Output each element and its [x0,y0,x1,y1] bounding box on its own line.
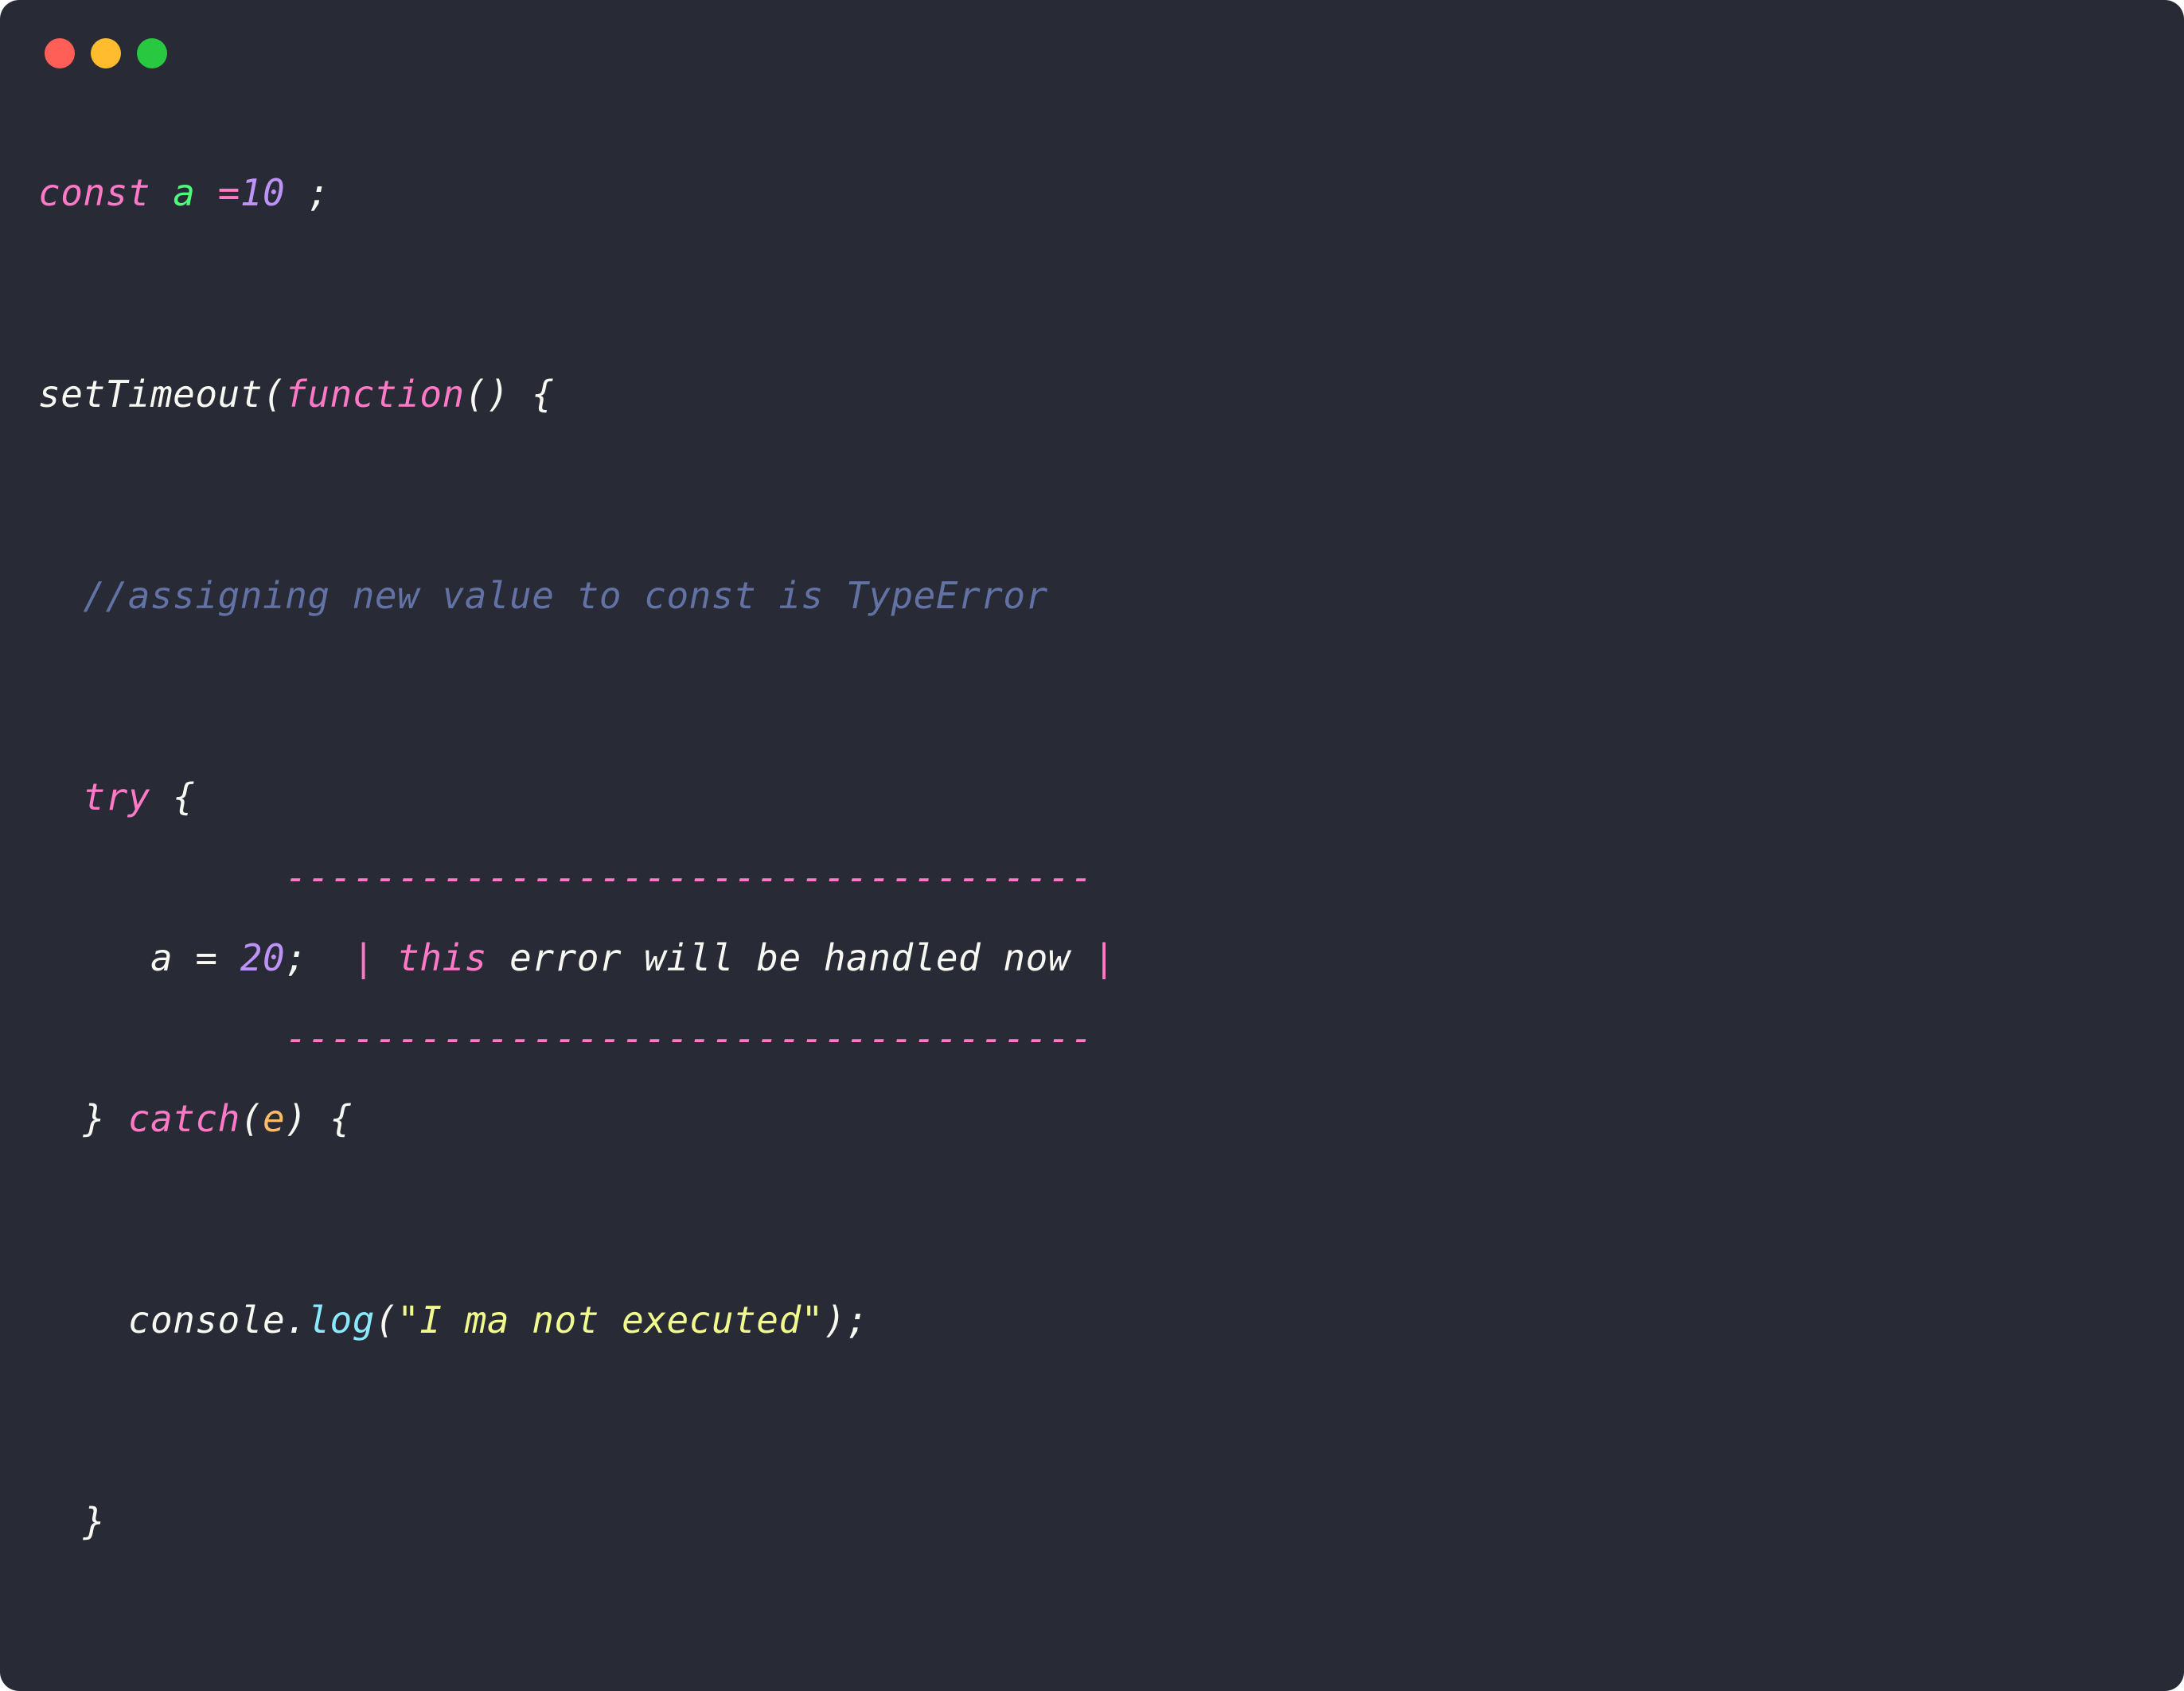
code-editor: const a =10 ; setTimeout(function() { //… [0,84,2184,1691]
close-icon[interactable] [45,38,75,68]
code-line [38,1582,2152,1662]
code-line: a = 20; | this error will be handled now… [38,938,2152,978]
token-punct: ; [285,171,330,214]
token-punct: ( [240,1097,263,1140]
code-line [38,1381,2152,1461]
token-identifier: a [173,171,195,214]
annotation-border: | [353,936,375,979]
token-comment: //assigning new value to const is TypeEr… [83,574,1047,617]
code-line [38,656,2152,736]
code-line: } [38,1502,2152,1542]
code-line: setTimeout(function() { [38,374,2152,415]
token-punct: ( [263,373,285,416]
token-string: "I ma not executed" [397,1299,824,1341]
token-keyword: try [83,775,150,818]
token-punct: } [83,1097,105,1140]
code-window: const a =10 ; setTimeout(function() { //… [0,0,2184,1691]
maximize-icon[interactable] [137,38,167,68]
token-keyword: const [38,171,150,214]
token-punct: ); [824,1299,868,1341]
code-line: } catch(e) { [38,1099,2152,1139]
minimize-icon[interactable] [91,38,121,68]
token-operator: = [218,171,240,214]
token-punct: } [83,1500,105,1543]
code-line: try { [38,777,2152,818]
token-keyword: function [285,373,465,416]
token-keyword: this [397,936,487,979]
token-method: log [307,1299,375,1341]
token-identifier: a = [150,936,240,979]
annotation-border: ------------------------------------ [285,1017,1093,1060]
token-param: e [263,1097,285,1140]
token-number: 20 [240,936,285,979]
token-punct: ) { [285,1097,353,1140]
code-line [38,1179,2152,1259]
token-number: 10 [240,171,285,214]
code-line [38,455,2152,535]
code-line: console.log("I ma not executed"); [38,1300,2152,1341]
annotation-text: error will be handled now [487,936,1093,979]
token-fn: setTimeout [38,373,263,416]
code-line: const a =10 ; [38,173,2152,213]
token-punct: ( [375,1299,397,1341]
token-identifier: console. [38,1299,307,1341]
token-punct: { [150,775,195,818]
code-line: ------------------------------------ [38,1018,2152,1059]
window-titlebar [0,0,2184,84]
token-keyword: catch [106,1097,240,1140]
token-punct: ; [285,936,307,979]
annotation-border: | [1093,936,1115,979]
code-line: ------------------------------------ [38,857,2152,898]
code-line: //assigning new value to const is TypeEr… [38,576,2152,616]
code-line [38,253,2152,334]
annotation-border: ------------------------------------ [285,856,1093,899]
token-punct: () { [465,373,555,416]
